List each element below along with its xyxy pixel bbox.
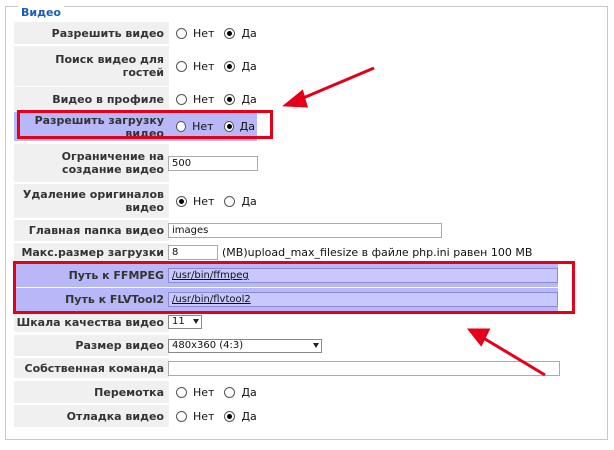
select-dropdown[interactable]: 480x360 (4:3) — [168, 338, 322, 353]
select-value: 11 — [172, 316, 185, 327]
row-value: Нет Да — [164, 405, 592, 427]
row-label: Собственная команда — [14, 358, 169, 378]
row-value: 8 (MB)upload_max_filesize в файле php.ini… — [164, 243, 592, 262]
chevron-down-icon — [193, 319, 199, 324]
settings-row: Поиск видео для гостей Нет Да — [0, 46, 598, 86]
settings-row: Шкала качества видео 11 — [0, 312, 598, 332]
size-hint: (MB)upload_max_filesize в файле php.ini … — [222, 246, 533, 259]
radio-no-label: Нет — [193, 409, 215, 423]
radio-no-label: Нет — [193, 194, 215, 208]
settings-row: Макс.размер загрузки 8 (MB)upload_max_file… — [0, 243, 598, 262]
select-dropdown[interactable]: 11 — [168, 315, 202, 329]
settings-row: Ограничение на создание видео 500 — [0, 144, 598, 182]
radio-no[interactable] — [176, 93, 187, 105]
radio-yes[interactable] — [224, 410, 236, 422]
row-label: Перемотка — [14, 381, 169, 403]
row-label: Удаление оригиналов видео — [14, 184, 169, 218]
row-value: 11 — [164, 312, 592, 332]
settings-row: Собственная команда — [0, 358, 598, 378]
radio-no[interactable] — [176, 27, 187, 39]
row-label: Шкала качества видео — [14, 312, 169, 332]
row-value: Нет Да — [164, 22, 592, 44]
row-value — [164, 358, 592, 378]
text-input[interactable]: 500 — [168, 155, 258, 171]
settings-row: Перемотка Нет Да — [0, 381, 598, 403]
row-label: Размер видео — [14, 335, 169, 356]
text-input[interactable]: 8 — [168, 245, 218, 260]
annotation-box-upload — [17, 110, 273, 139]
settings-row: Размер видео 480x360 (4:3) — [0, 335, 598, 356]
row-label: Разрешить видео — [14, 22, 169, 44]
settings-row: Видео в профиле Нет Да — [0, 87, 598, 111]
radio-yes[interactable] — [224, 195, 236, 207]
row-value: Нет Да — [164, 87, 592, 111]
radio-no[interactable] — [176, 195, 187, 207]
radio-yes[interactable] — [224, 93, 236, 105]
radio-yes-label: Да — [241, 385, 257, 399]
row-value: 500 — [164, 144, 592, 182]
radio-yes[interactable] — [224, 27, 236, 39]
row-value: Нет Да — [164, 184, 592, 218]
row-label: Видео в профиле — [14, 87, 169, 111]
settings-row: Разрешить видео Нет Да — [0, 22, 598, 44]
radio-no-label: Нет — [193, 92, 215, 106]
radio-yes-label: Да — [241, 26, 257, 40]
row-label: Макс.размер загрузки — [14, 243, 169, 262]
row-label: Поиск видео для гостей — [14, 46, 169, 86]
settings-row: Отладка видео Нет Да — [0, 405, 598, 427]
radio-no[interactable] — [176, 386, 187, 398]
row-value: 480x360 (4:3) — [164, 335, 592, 356]
chevron-down-icon — [313, 342, 319, 348]
section-title: Видео — [18, 6, 64, 20]
settings-row: Главная папка видео images — [0, 220, 598, 241]
row-value: Нет Да — [164, 381, 592, 403]
select-value: 480x360 (4:3) — [172, 339, 244, 351]
row-label: Отладка видео — [14, 405, 169, 427]
radio-yes[interactable] — [224, 386, 236, 398]
settings-row: Удаление оригиналов видео Нет Да — [0, 184, 598, 218]
radio-no[interactable] — [176, 410, 187, 422]
row-label: Ограничение на создание видео — [14, 144, 169, 182]
radio-no[interactable] — [176, 60, 187, 72]
text-input[interactable]: images — [168, 223, 442, 238]
radio-yes-label: Да — [241, 59, 257, 73]
annotation-box-paths — [13, 261, 575, 314]
radio-yes-label: Да — [241, 92, 257, 106]
row-label: Главная папка видео — [14, 220, 169, 241]
radio-no-label: Нет — [193, 59, 215, 73]
radio-yes-label: Да — [241, 409, 257, 423]
radio-yes[interactable] — [224, 60, 236, 72]
radio-no-label: Нет — [193, 26, 215, 40]
radio-yes-label: Да — [241, 194, 257, 208]
row-value: images — [164, 220, 592, 241]
row-value: Нет Да — [164, 46, 592, 86]
radio-no-label: Нет — [193, 385, 215, 399]
text-input[interactable] — [168, 360, 560, 376]
